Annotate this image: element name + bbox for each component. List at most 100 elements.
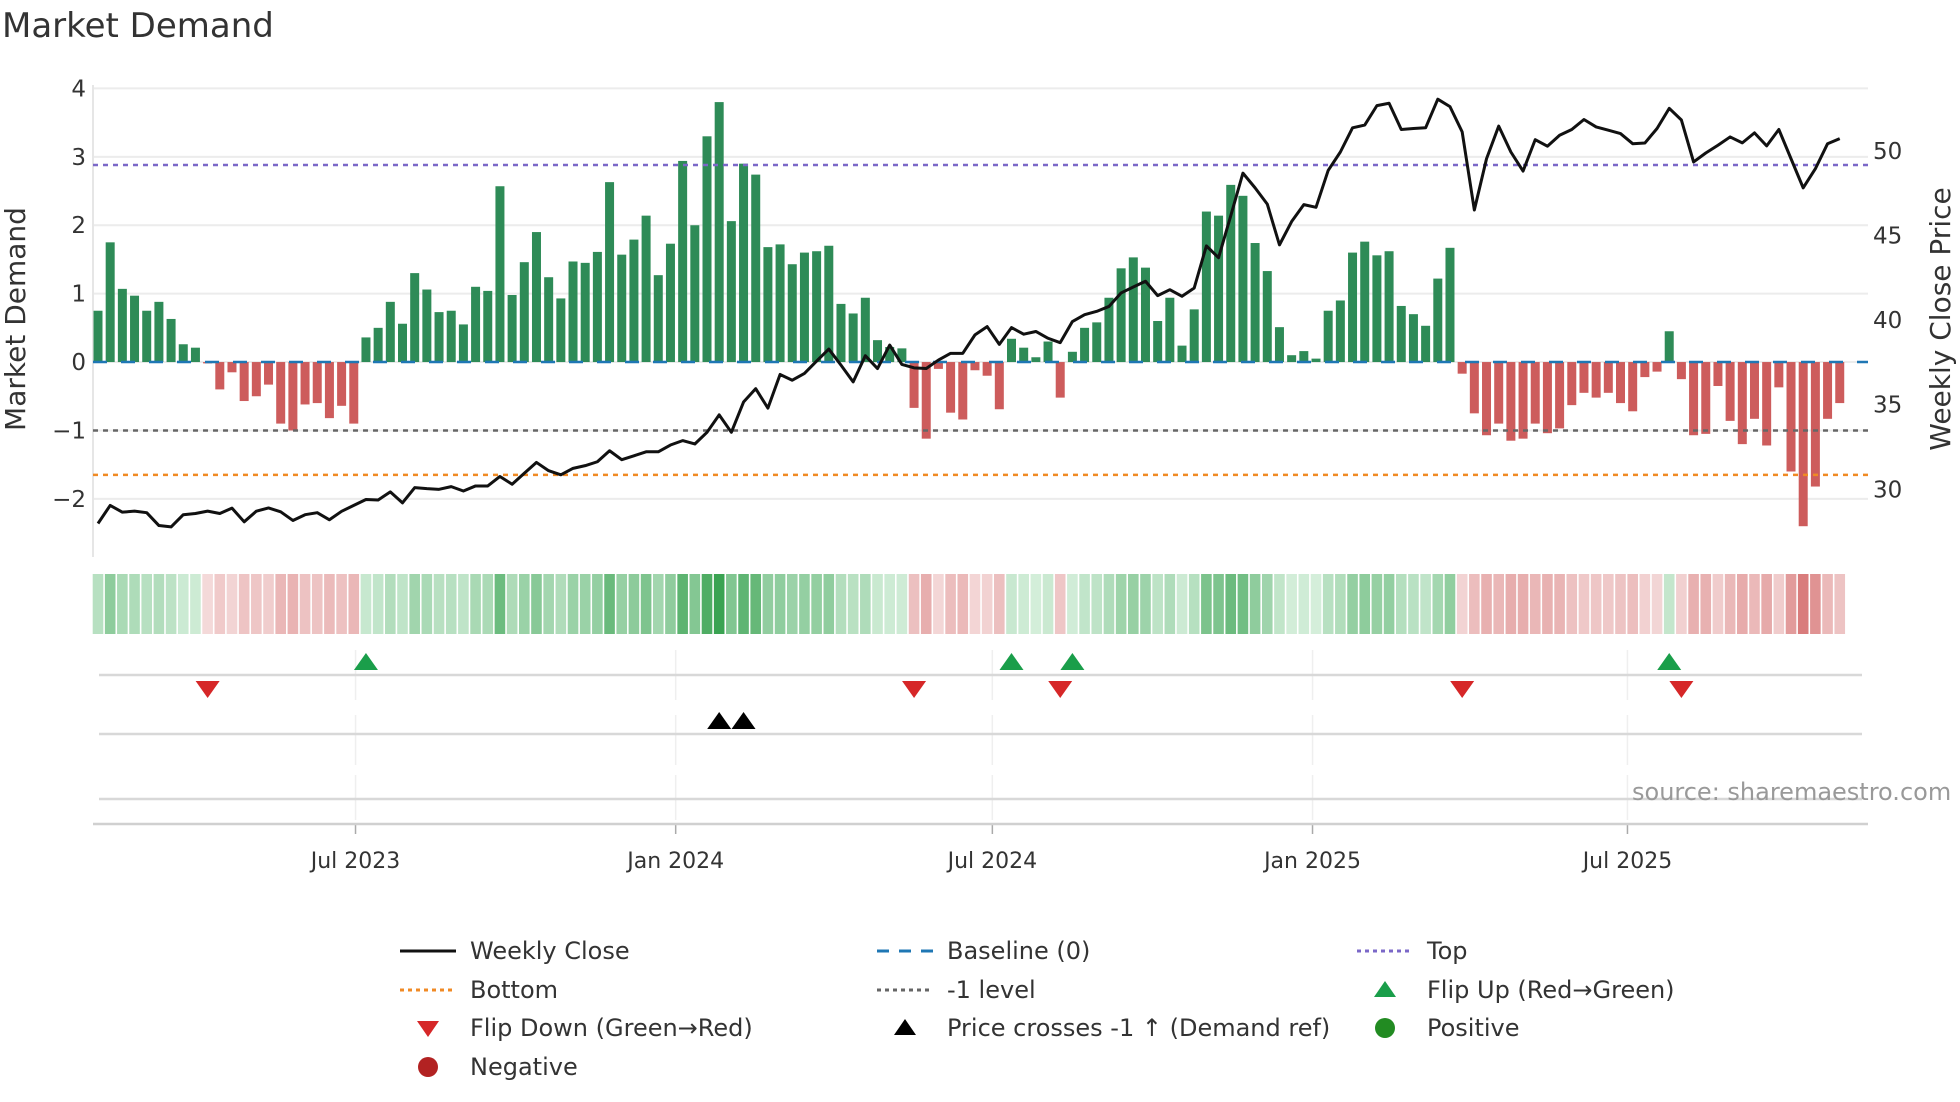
demand-bar — [1287, 355, 1297, 363]
heat-cell — [190, 574, 201, 634]
demand-bar — [1689, 362, 1699, 436]
heat-cell — [153, 574, 165, 634]
heat-cell — [482, 574, 494, 634]
y2-axis-title: Weekly Close Price — [1924, 187, 1957, 450]
heat-cell — [263, 574, 274, 634]
heat-cell — [555, 574, 567, 634]
demand-bar — [1165, 297, 1175, 363]
heat-cell — [677, 574, 688, 634]
heat-cell — [762, 574, 774, 634]
heat-cell — [1030, 574, 1042, 634]
heat-cell — [701, 574, 713, 634]
heat-cell — [1737, 574, 1748, 634]
demand-bar — [775, 244, 785, 363]
heat-cell — [1578, 574, 1590, 634]
heat-cell — [1335, 574, 1346, 634]
demand-bar — [690, 225, 700, 363]
heat-cell — [1444, 574, 1456, 634]
price-cross-marker — [731, 712, 756, 729]
demand-bar — [312, 362, 322, 404]
demand-bar — [1043, 341, 1053, 363]
heat-cell — [1128, 574, 1139, 634]
demand-bar — [1019, 347, 1029, 363]
demand-bar — [1433, 278, 1443, 363]
heat-cell — [1395, 574, 1407, 634]
demand-bar — [337, 362, 347, 406]
demand-bar — [1274, 327, 1284, 363]
demand-bar — [1664, 331, 1674, 363]
demand-bar — [751, 174, 761, 363]
heat-cell — [1651, 574, 1663, 634]
heat-cell — [1310, 574, 1322, 634]
y-tick-label: −2 — [52, 487, 86, 513]
demand-bar — [190, 347, 200, 363]
demand-bar — [398, 323, 407, 363]
demand-bar — [1421, 325, 1431, 363]
demand-bar — [385, 301, 395, 363]
demand-bar — [1360, 241, 1370, 363]
heat-cell — [1067, 574, 1078, 634]
heat-cell — [1469, 574, 1480, 634]
heat-cell — [1237, 574, 1249, 634]
x-tick-label: Jan 2025 — [1262, 849, 1361, 874]
heat-cell — [360, 574, 372, 634]
demand-bar — [1798, 362, 1808, 527]
heat-cell — [592, 574, 603, 634]
demand-bar — [1603, 362, 1613, 393]
heat-cell — [1225, 574, 1237, 634]
x-tick-label: Jul 2024 — [946, 849, 1038, 874]
heat-cell — [519, 574, 530, 634]
demand-bar — [1335, 300, 1345, 363]
flip-up-marker — [353, 653, 378, 670]
demand-bar — [1153, 321, 1163, 363]
flip-down-marker — [1669, 681, 1694, 698]
heat-cell — [324, 574, 335, 634]
heat-cell — [1712, 574, 1724, 634]
demand-bar — [1067, 351, 1077, 363]
demand-bar — [958, 362, 968, 420]
heat-cell — [1286, 574, 1297, 634]
heat-cell — [385, 574, 396, 634]
demand-bar — [1518, 362, 1528, 439]
heat-cell — [628, 574, 640, 634]
heat-cell — [129, 574, 140, 634]
heat-cell — [433, 574, 445, 634]
heat-cell — [275, 574, 286, 634]
demand-bar — [556, 298, 566, 363]
demand-bar — [1311, 358, 1321, 363]
heat-cell — [908, 574, 920, 634]
heat-cell — [165, 574, 177, 634]
y2-tick-label: 40 — [1873, 308, 1902, 334]
demand-bar — [1348, 252, 1358, 363]
heat-cell — [981, 574, 993, 634]
demand-bar — [629, 239, 639, 363]
flip-down-marker — [1048, 681, 1073, 698]
demand-bar — [264, 362, 274, 385]
demand-bar — [142, 310, 152, 363]
demand-bar — [117, 288, 127, 363]
demand-bar — [860, 297, 870, 363]
heat-cell — [104, 574, 116, 634]
heat-cell — [713, 574, 725, 634]
demand-bar — [982, 362, 992, 376]
demand-bar — [93, 310, 103, 363]
demand-bar — [812, 251, 822, 363]
heat-cell — [1322, 574, 1334, 634]
heat-cell — [287, 574, 299, 634]
demand-bar — [349, 362, 359, 424]
demand-bar — [1092, 322, 1102, 363]
y-tick-label: 0 — [71, 350, 86, 376]
y-tick-label: 3 — [71, 145, 86, 171]
heat-cell — [397, 574, 408, 634]
demand-bar — [1116, 268, 1126, 363]
heat-cell — [579, 574, 591, 634]
heat-cell — [1615, 574, 1626, 634]
heat-cell — [1493, 574, 1504, 634]
heat-cell — [1724, 574, 1736, 634]
heat-cell — [750, 574, 762, 634]
heat-cell — [421, 574, 433, 634]
heat-cell — [1383, 574, 1395, 634]
source-credit: source: sharemaestro.com — [1632, 778, 1952, 806]
y-axis-title: Market Demand — [0, 207, 32, 431]
demand-bar — [1007, 338, 1016, 363]
